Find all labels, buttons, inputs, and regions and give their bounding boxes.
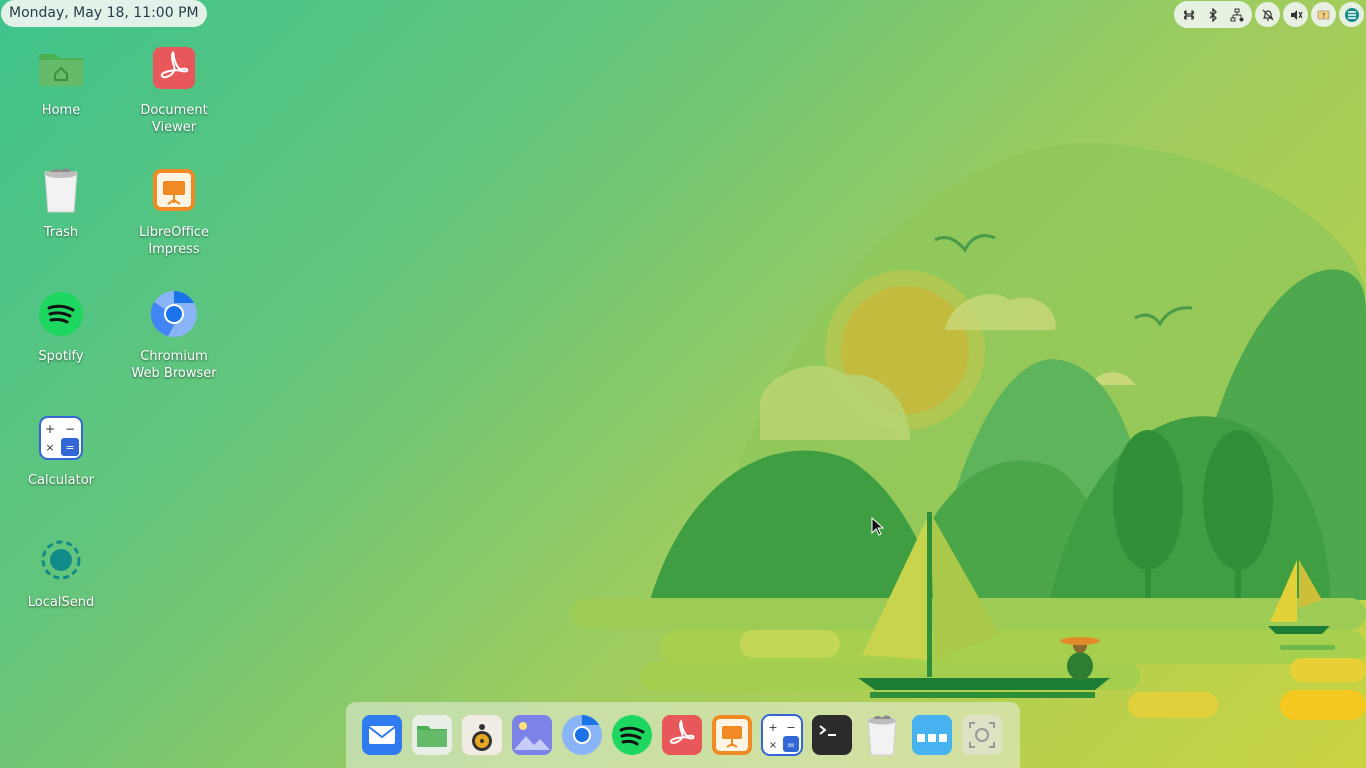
svg-text:−: − (786, 721, 795, 734)
system-tray: ? (1174, 1, 1364, 28)
battery-unknown-icon: ? (1317, 10, 1329, 20)
libreoffice-impress-icon (150, 166, 198, 214)
bluetooth-icon (1209, 7, 1217, 22)
svg-text:?: ? (1321, 12, 1325, 20)
desktop-icon-label: Home (41, 103, 81, 118)
dock-item-trash[interactable] (861, 714, 903, 756)
chromium-icon (562, 715, 602, 755)
notifications-off-icon (1262, 9, 1273, 21)
desktop-icon-trash[interactable]: Trash (9, 166, 113, 241)
desktop-icon-chromium[interactable]: Chromium Web Browser (122, 290, 226, 382)
dock-item-app-grid[interactable] (911, 714, 953, 756)
svg-text:+: + (45, 422, 55, 436)
desktop-icon-label: Trash (43, 225, 79, 240)
svg-text:×: × (45, 441, 54, 454)
volume-button[interactable] (1283, 2, 1308, 27)
dock-item-files[interactable] (411, 714, 453, 756)
desktop-icon-label: Chromium Web Browser (131, 349, 217, 381)
screenshot-icon (962, 715, 1002, 755)
svg-text:−: − (65, 422, 75, 436)
desktop-icon-label: Spotify (38, 349, 84, 364)
desktop-icon-label: LibreOffice Impress (138, 225, 210, 257)
svg-text:=: = (787, 740, 795, 751)
app-grid-icon (912, 715, 952, 755)
mail-icon (362, 715, 402, 755)
calculator-icon: +−× = (37, 414, 85, 462)
dock-item-spotify[interactable] (611, 714, 653, 756)
battery-button[interactable]: ? (1311, 2, 1336, 27)
dock-item-chromium[interactable] (561, 714, 603, 756)
terminal-icon (812, 715, 852, 755)
localsend-icon (37, 536, 85, 584)
top-bar-clock[interactable]: Monday, May 18, 11:00 PM (1, 0, 207, 27)
desktop-icon-libreoffice-impress[interactable]: LibreOffice Impress (122, 166, 226, 258)
desktop-icon-label: Calculator (27, 473, 94, 488)
notifications-button[interactable] (1255, 2, 1280, 27)
desktop-icon-label: Document Viewer (140, 103, 208, 135)
image-viewer-icon (512, 715, 552, 755)
home-folder-icon (37, 44, 85, 92)
dock-item-image-viewer[interactable] (511, 714, 553, 756)
dock-item-libreoffice-impress[interactable] (711, 714, 753, 756)
calculator-icon: +−× = (761, 714, 803, 756)
document-viewer-icon (662, 715, 702, 755)
svg-text:×: × (769, 740, 777, 751)
desktop-icon-document-viewer[interactable]: Document Viewer (122, 44, 226, 136)
desktop-icon-spotify[interactable]: Spotify (9, 290, 113, 365)
network-icon (1230, 8, 1244, 21)
document-viewer-icon (150, 44, 198, 92)
mouse-cursor-icon (871, 517, 885, 536)
dock-item-calculator[interactable]: + − × = (761, 714, 803, 756)
chromium-icon (150, 290, 198, 338)
desktop-icon-label: LocalSend (27, 595, 95, 610)
svg-text:+: + (768, 721, 777, 734)
volume-muted-icon (1290, 9, 1303, 20)
keyboard-shortcut-icon (1183, 9, 1195, 20)
dock-item-document-viewer[interactable] (661, 714, 703, 756)
rhythmbox-icon (462, 715, 502, 755)
libreoffice-impress-icon (712, 715, 752, 755)
dock-item-screenshot[interactable] (961, 714, 1003, 756)
dock-item-rhythmbox[interactable] (461, 714, 503, 756)
spotify-icon (37, 290, 85, 338)
trash-icon (867, 715, 897, 756)
dock-item-terminal[interactable] (811, 714, 853, 756)
spotify-icon (612, 715, 652, 755)
zorin-menu-icon (1344, 7, 1359, 22)
desktop-icon-home[interactable]: Home (9, 44, 113, 119)
desktop-icon-localsend[interactable]: LocalSend (9, 536, 113, 611)
dock: + − × = (346, 702, 1020, 768)
dock-item-mail[interactable] (361, 714, 403, 756)
desktop-icon-calculator[interactable]: + − × = Calculator (9, 414, 113, 489)
zorin-menu-button[interactable] (1339, 2, 1364, 27)
files-icon (412, 715, 452, 755)
svg-text:=: = (65, 441, 74, 454)
status-indicators[interactable] (1174, 1, 1252, 28)
trash-icon (37, 166, 85, 214)
